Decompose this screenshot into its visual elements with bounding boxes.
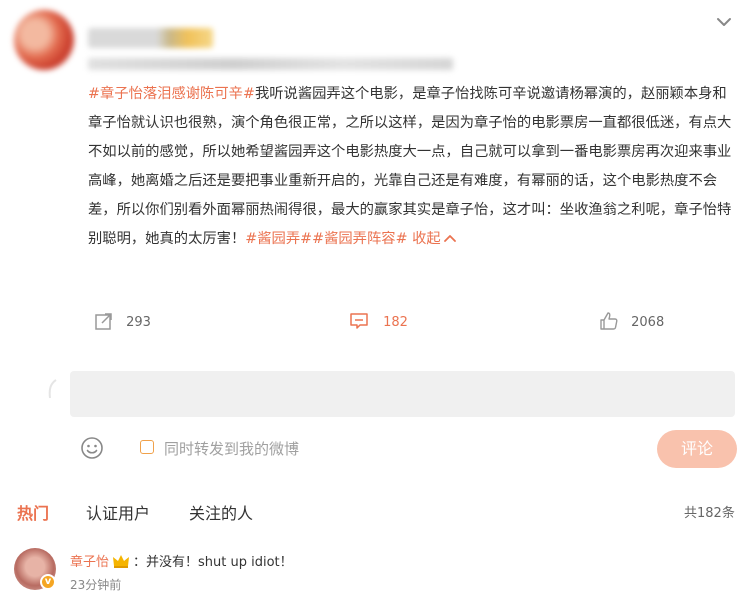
tab-hot[interactable]: 热门 <box>17 500 49 524</box>
collapse-link[interactable]: 收起 <box>408 231 441 247</box>
comment-text: ：并没有！shut up idiot！ <box>133 555 293 570</box>
author-avatar[interactable] <box>14 10 74 70</box>
comment-count: 182 <box>383 315 408 330</box>
thumbs-up-icon <box>600 312 618 330</box>
like-count: 2068 <box>631 315 665 330</box>
share-icon <box>95 313 112 330</box>
tab-verified-users[interactable]: 认证用户 <box>86 500 150 524</box>
topic-link[interactable]: #章子怡落泪感谢陈可辛# <box>88 86 255 102</box>
post-body: 我听说酱园弄这个电影，是章子怡找陈可辛说邀请杨幂演的，赵丽颖本身和章子怡就认识也… <box>88 86 732 247</box>
tab-following[interactable]: 关注的人 <box>189 500 253 524</box>
also-repost-checkbox[interactable] <box>140 440 154 454</box>
chevron-up-icon[interactable] <box>443 233 456 243</box>
topic-link[interactable]: #酱园弄##酱园弄阵容# <box>245 231 407 247</box>
comment-icon <box>350 313 368 329</box>
commenter-name[interactable]: 章子怡 <box>70 555 109 570</box>
author-name-blurred[interactable] <box>88 28 213 48</box>
repost-count: 293 <box>126 315 151 330</box>
comment-total: 共182条 <box>684 506 735 521</box>
comment-time: 23分钟前 <box>70 578 122 592</box>
repost-button[interactable]: 293 <box>94 311 151 331</box>
crown-icon <box>113 555 130 568</box>
post-meta-blurred <box>88 58 453 70</box>
chevron-down-icon[interactable] <box>712 10 736 34</box>
comment-item: 章子怡 ：并没有！shut up idiot！ <box>70 551 293 570</box>
also-repost-label[interactable]: 同时转发到我的微博 <box>164 438 299 459</box>
smiley-icon[interactable] <box>80 436 104 460</box>
verified-v-icon: v <box>40 574 56 590</box>
comment-button[interactable]: 182 <box>349 311 408 331</box>
post-text: #章子怡落泪感谢陈可辛#我听说酱园弄这个电影，是章子怡找陈可辛说邀请杨幂演的，赵… <box>88 80 738 254</box>
like-button[interactable]: 2068 <box>599 311 664 331</box>
quote-icon <box>48 379 57 399</box>
submit-comment-button[interactable]: 评论 <box>657 430 737 468</box>
comment-input[interactable] <box>70 371 735 417</box>
